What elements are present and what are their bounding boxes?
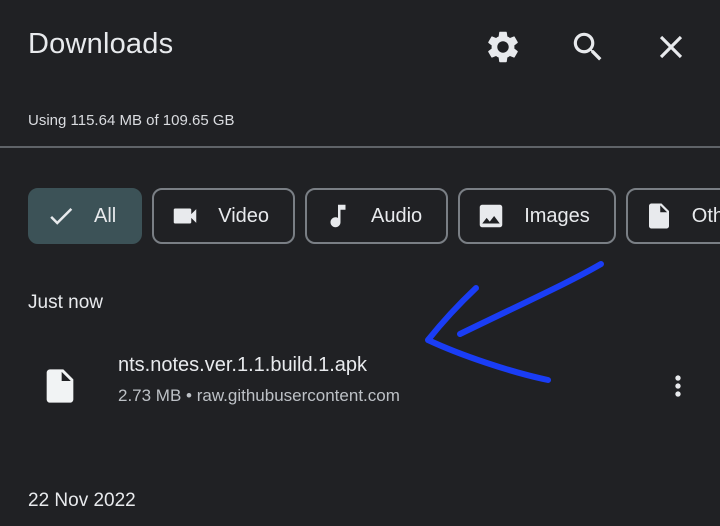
- downloads-screen: Downloads Using 115.64 MB of 109.65 GB A…: [0, 0, 720, 526]
- chip-label: Images: [524, 204, 590, 227]
- close-icon[interactable]: [648, 24, 694, 70]
- download-file-meta: 2.73 MB • raw.githubusercontent.com: [118, 386, 400, 405]
- chip-label: All: [94, 204, 117, 227]
- settings-icon[interactable]: [480, 24, 526, 70]
- image-icon: [479, 204, 503, 228]
- annotation-arrow: [425, 261, 604, 383]
- file-icon: [648, 203, 669, 229]
- chip-label: Video: [218, 204, 270, 227]
- filter-chip-other[interactable]: Oth: [625, 188, 720, 244]
- section-header-just-now: Just now: [28, 292, 103, 313]
- page-title: Downloads: [28, 28, 174, 60]
- video-icon: [173, 208, 197, 224]
- chip-label: Oth: [691, 204, 720, 227]
- music-note-icon: [330, 204, 346, 228]
- section-header-date: 22 Nov 2022: [28, 490, 136, 511]
- file-icon: [40, 366, 80, 406]
- chip-label: Audio: [371, 204, 423, 227]
- divider: [0, 146, 720, 148]
- filter-chip-images[interactable]: Images: [458, 188, 616, 244]
- filter-chip-video[interactable]: Video: [152, 188, 296, 244]
- storage-usage: Using 115.64 MB of 109.65 GB: [28, 112, 235, 129]
- check-icon: [50, 207, 73, 225]
- more-options-icon[interactable]: [662, 366, 694, 406]
- filter-chips: All Video Audio Images Oth: [28, 188, 720, 244]
- download-file-name[interactable]: nts.notes.ver.1.1.build.1.apk: [118, 354, 367, 377]
- filter-chip-all[interactable]: All: [28, 188, 143, 244]
- search-icon[interactable]: [565, 24, 611, 70]
- filter-chip-audio[interactable]: Audio: [305, 188, 449, 244]
